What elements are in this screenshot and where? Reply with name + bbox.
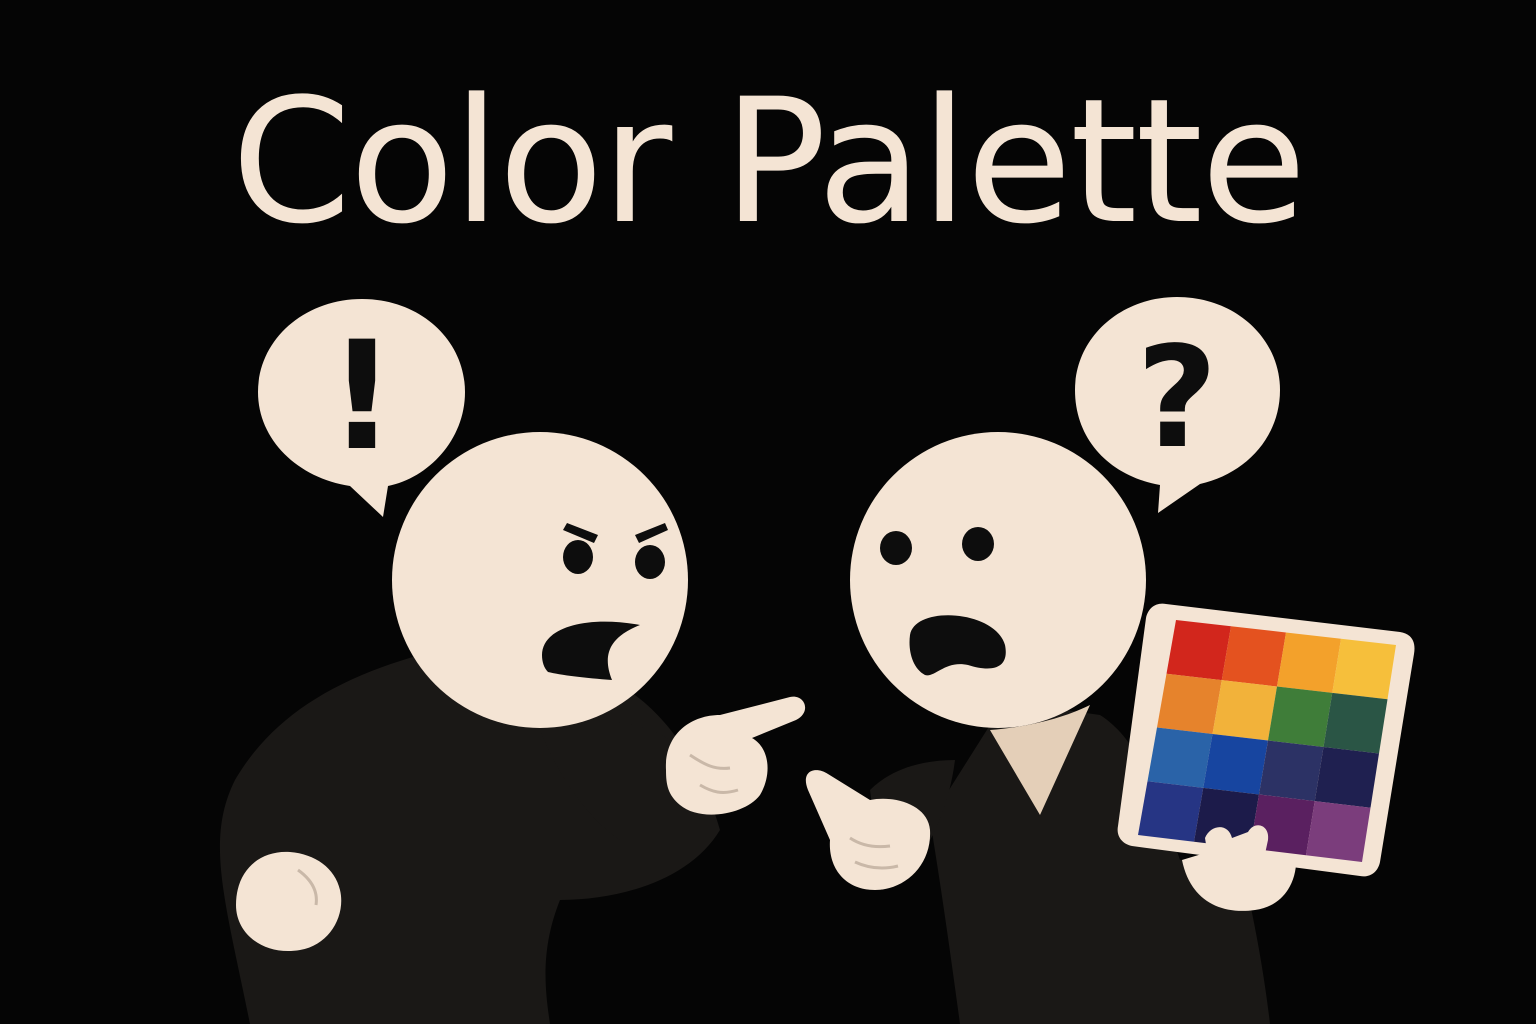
confused-person-head xyxy=(850,432,1146,728)
color-palette-swatches xyxy=(1138,620,1396,862)
palette-swatch xyxy=(1203,734,1268,795)
palette-swatch xyxy=(1166,620,1231,681)
palette-swatch xyxy=(1323,692,1388,754)
angry-person-left-eye xyxy=(563,540,593,574)
palette-swatch xyxy=(1221,626,1286,687)
confused-person-right-eye xyxy=(962,527,994,561)
palette-swatch xyxy=(1138,781,1204,842)
palette-swatch xyxy=(1332,638,1396,700)
confused-person xyxy=(805,432,1415,1024)
palette-swatch xyxy=(1212,680,1277,741)
angry-person-pointing-hand xyxy=(665,696,806,815)
palette-swatch xyxy=(1314,747,1379,808)
angry-person-right-eye xyxy=(635,545,665,579)
angry-person-head xyxy=(392,432,688,728)
palette-swatch xyxy=(1147,727,1213,788)
palette-swatch xyxy=(1268,686,1333,747)
palette-swatch xyxy=(1259,740,1324,802)
confused-person-left-eye xyxy=(880,531,912,565)
illustration-scene: ! ? Color Palette xyxy=(0,0,1536,1024)
page-title: Color Palette xyxy=(231,61,1306,262)
palette-swatch xyxy=(1157,673,1222,734)
palette-swatch xyxy=(1277,632,1341,693)
palette-swatch xyxy=(1306,801,1371,862)
exclamation-mark-icon: ! xyxy=(328,310,396,484)
angry-person-fist xyxy=(236,851,342,952)
angry-person xyxy=(219,432,806,1024)
question-mark-icon: ? xyxy=(1136,317,1217,480)
